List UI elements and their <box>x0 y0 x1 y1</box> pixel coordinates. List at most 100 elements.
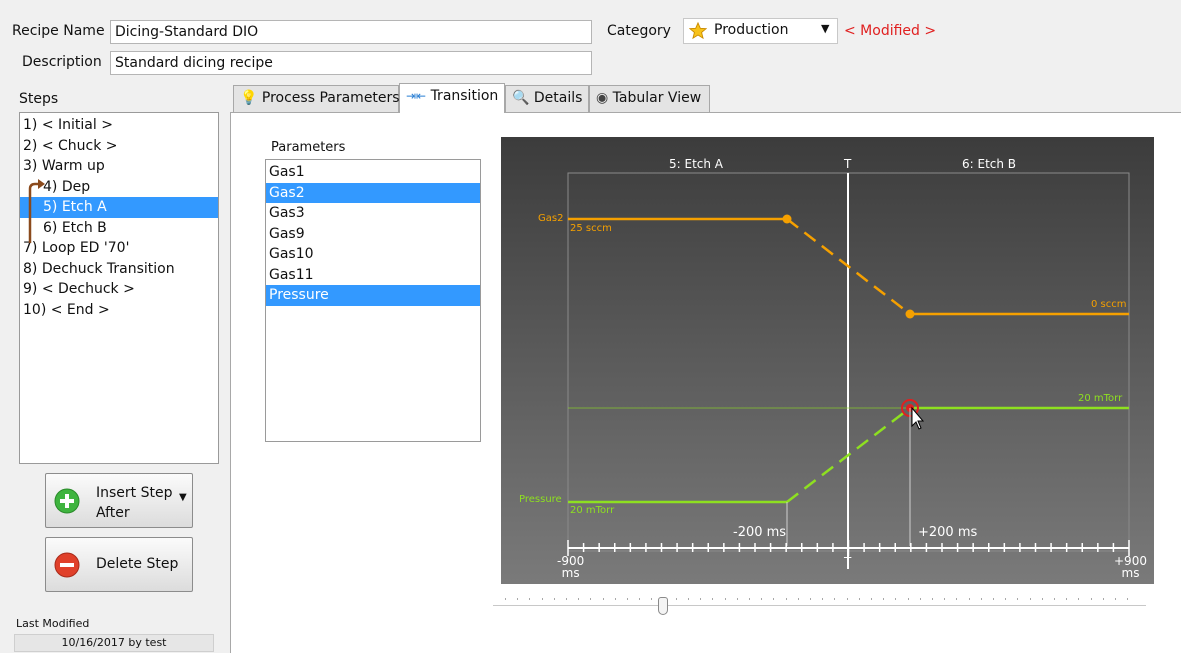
left-step-label: 5: Etch A <box>669 157 724 171</box>
lightbulb-icon: 💡 <box>240 90 258 106</box>
transition-chart[interactable]: 5: Etch A T 6: Etch B Gas2 25 sccm 0 scc… <box>501 137 1154 584</box>
category-value: Production <box>714 22 789 38</box>
pressure-end-value: 20 mTorr <box>1078 393 1123 404</box>
slider-tick <box>907 598 909 600</box>
recipe-name-input[interactable]: Dicing-Standard DIO <box>110 20 592 44</box>
insert-step-label-line1: Insert Step <box>96 485 173 501</box>
slider-tick <box>566 598 567 600</box>
step-item-etch-a[interactable]: 5) Etch A <box>20 197 218 218</box>
minus-circle-icon <box>54 552 80 578</box>
slider-tick <box>529 598 531 600</box>
post-transition-marker-label: +200 ms <box>918 525 978 540</box>
step-item-initial[interactable]: 1) < Initial > <box>20 115 218 136</box>
dropdown-arrow-icon[interactable]: ▼ <box>179 492 187 503</box>
slider-tick <box>871 598 872 600</box>
delete-step-label: Delete Step <box>96 556 179 572</box>
step-item-chuck[interactable]: 2) < Chuck > <box>20 136 218 157</box>
slider-tick <box>822 598 824 600</box>
gas2-series-label: Gas2 <box>538 213 564 224</box>
pressure-series-label: Pressure <box>519 494 562 505</box>
parameter-item-gas3[interactable]: Gas3 <box>266 203 480 224</box>
slider-tick <box>1078 598 1080 600</box>
pressure-start-value: 20 mTorr <box>570 505 615 516</box>
slider-tick <box>688 598 689 600</box>
slider-tick <box>614 598 616 600</box>
slider-tick <box>749 598 750 600</box>
tab-tabular-view[interactable]: ◉ Tabular View <box>589 85 710 112</box>
eye-icon: ◉ <box>596 90 609 106</box>
star-icon <box>689 22 707 40</box>
slider-tick <box>980 598 982 600</box>
step-item-warm-up[interactable]: 3) Warm up <box>20 156 218 177</box>
slider-tick <box>1041 598 1043 600</box>
transition-chart-svg <box>567 172 1130 569</box>
parameter-item-gas1[interactable]: Gas1 <box>266 162 480 183</box>
slider-tick <box>1127 598 1129 600</box>
step-item-end[interactable]: 10) < End > <box>20 300 218 321</box>
slider-tick <box>761 598 763 600</box>
chevron-down-icon: ▼ <box>821 22 830 35</box>
slider-tick <box>712 598 714 600</box>
slider-tick <box>627 598 628 600</box>
center-t-label: T <box>844 157 852 171</box>
loop-arrow-icon <box>28 179 45 243</box>
step-item-dechuck[interactable]: 9) < Dechuck > <box>20 279 218 300</box>
parameter-item-pressure[interactable]: Pressure <box>266 285 480 306</box>
category-select[interactable]: Production ▼ <box>683 18 838 44</box>
plus-circle-icon <box>54 488 80 514</box>
slider-tick <box>785 598 787 600</box>
modified-indicator: < Modified > <box>844 23 937 39</box>
transition-icon: ⇥⇤ <box>406 89 427 103</box>
parameter-item-gas9[interactable]: Gas9 <box>266 224 480 245</box>
step-item-loop[interactable]: 7) Loop ED '70' <box>20 238 218 259</box>
step-item-dechuck-transition[interactable]: 8) Dechuck Transition <box>20 259 218 280</box>
step-item-dep[interactable]: 4) Dep <box>20 177 218 198</box>
slider-tick-marks <box>505 598 1135 601</box>
slider-tick <box>517 598 519 600</box>
slider-tick <box>1005 598 1007 600</box>
parameters-label: Parameters <box>271 140 346 155</box>
slider-tick <box>919 598 921 600</box>
slider-tick <box>675 598 677 600</box>
slider-tick <box>968 598 970 600</box>
parameters-list[interactable]: Gas1 Gas2 Gas3 Gas9 Gas10 Gas11 Pressure <box>265 159 481 442</box>
parameter-item-gas2[interactable]: Gas2 <box>266 182 480 203</box>
description-input[interactable]: Standard dicing recipe <box>110 51 592 75</box>
category-label: Category <box>607 23 671 39</box>
slider-tick <box>1102 598 1104 600</box>
slider-tick <box>541 598 543 600</box>
slider-tick <box>639 598 641 600</box>
right-step-label: 6: Etch B <box>962 157 1017 171</box>
time-zoom-slider[interactable] <box>493 593 1146 619</box>
steps-label: Steps <box>19 91 59 107</box>
tab-details[interactable]: 🔍 Details <box>505 85 589 112</box>
step-item-etch-b[interactable]: 6) Etch B <box>20 218 218 239</box>
pre-transition-marker-label: -200 ms <box>733 525 787 540</box>
slider-tick <box>602 598 604 600</box>
slider-tick <box>553 598 555 600</box>
slider-tick <box>1017 598 1019 600</box>
slider-tick <box>956 598 958 600</box>
gas2-end-point <box>905 309 915 319</box>
tab-transition[interactable]: ⇥⇤ Transition <box>399 83 505 113</box>
slider-tick <box>1090 598 1092 600</box>
slider-tick <box>1054 598 1055 600</box>
tab-process-parameters[interactable]: 💡 Process Parameters <box>233 85 400 112</box>
parameter-item-gas10[interactable]: Gas10 <box>266 244 480 265</box>
slider-tick <box>773 598 775 600</box>
slider-tick <box>846 598 848 600</box>
axis-right-tick-label: +900 ms <box>1114 554 1147 580</box>
parameter-item-gas11[interactable]: Gas11 <box>266 265 480 286</box>
slider-tick <box>834 598 836 600</box>
slider-tick <box>1029 598 1031 600</box>
delete-step-button[interactable]: Delete Step <box>45 537 193 592</box>
insert-step-after-button[interactable]: Insert Step After ▼ <box>45 473 193 528</box>
slider-thumb[interactable] <box>657 597 668 615</box>
slider-tick <box>810 598 811 600</box>
insert-step-label-line2: After <box>96 505 130 521</box>
slider-tick <box>993 598 994 600</box>
slider-tick <box>505 598 506 600</box>
recipe-name-label: Recipe Name <box>12 23 105 39</box>
slider-tick <box>932 598 933 600</box>
steps-list[interactable]: 1) < Initial > 2) < Chuck > 3) Warm up 4… <box>19 112 219 464</box>
